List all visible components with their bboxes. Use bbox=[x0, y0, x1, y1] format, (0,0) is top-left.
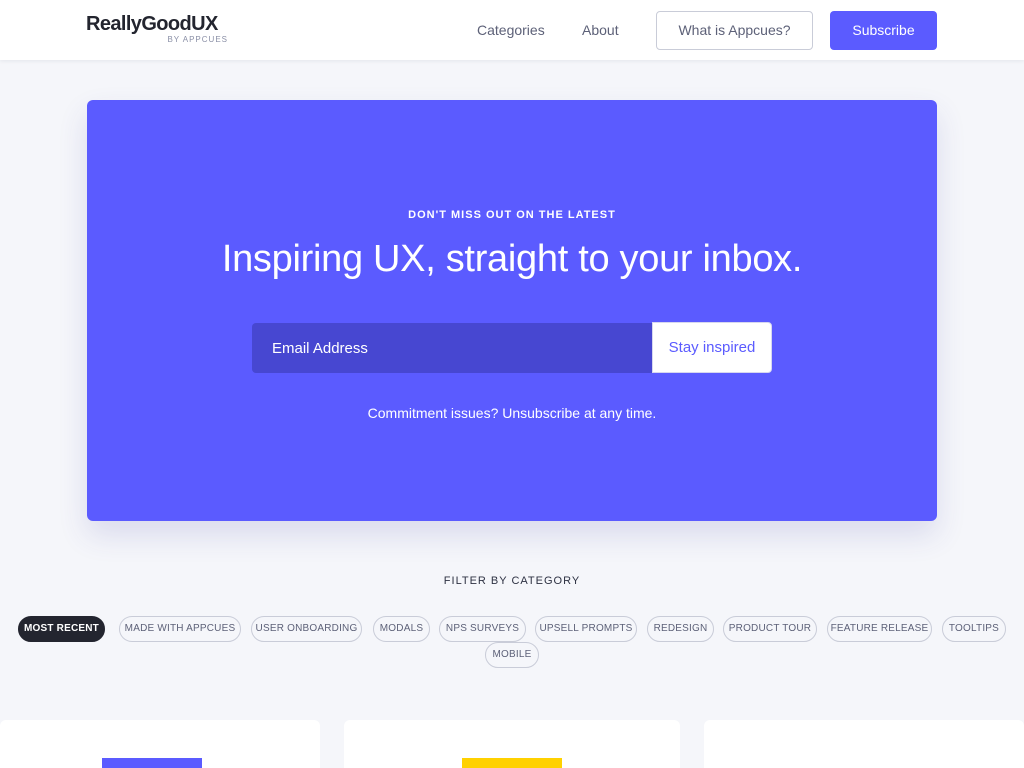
top-navigation-bar: ReallyGoodUX BY APPCUES Categories About… bbox=[0, 0, 1024, 60]
chip-modals[interactable]: MODALS bbox=[373, 616, 430, 642]
email-input[interactable] bbox=[252, 323, 652, 373]
chip-mobile[interactable]: MOBILE bbox=[485, 642, 539, 668]
card-thumbnail bbox=[102, 758, 202, 768]
article-card[interactable] bbox=[704, 720, 1024, 768]
logo-tagline: BY APPCUES bbox=[167, 35, 228, 44]
chip-feature-release[interactable]: FEATURE RELEASE bbox=[827, 616, 932, 642]
hero-title: Inspiring UX, straight to your inbox. bbox=[221, 238, 803, 280]
stay-inspired-button[interactable]: Stay inspired bbox=[652, 322, 772, 373]
chip-user-onboarding[interactable]: USER ONBOARDING bbox=[251, 616, 362, 642]
article-card[interactable] bbox=[0, 720, 320, 768]
chip-upsell-prompts[interactable]: UPSELL PROMPTS bbox=[535, 616, 637, 642]
chip-product-tour[interactable]: PRODUCT TOUR bbox=[723, 616, 817, 642]
filter-title: FILTER BY CATEGORY bbox=[443, 575, 581, 587]
article-card[interactable] bbox=[344, 720, 680, 768]
nav-categories-link[interactable]: Categories bbox=[477, 22, 545, 38]
hero-eyebrow: DON'T MISS OUT ON THE LATEST bbox=[408, 209, 616, 221]
what-is-appcues-button[interactable]: What is Appcues? bbox=[656, 11, 813, 50]
chip-redesign[interactable]: REDESIGN bbox=[647, 616, 714, 642]
chip-most-recent[interactable]: MOST RECENT bbox=[18, 616, 105, 642]
unsubscribe-note: Commitment issues? Unsubscribe at any ti… bbox=[367, 405, 657, 421]
site-logo[interactable]: ReallyGoodUX BY APPCUES bbox=[86, 13, 227, 44]
chip-made-with-appcues[interactable]: MADE WITH APPCUES bbox=[119, 616, 241, 642]
nav-about-link[interactable]: About bbox=[582, 22, 619, 38]
logo-wordmark: ReallyGoodUX bbox=[86, 13, 218, 35]
chip-tooltips[interactable]: TOOLTIPS bbox=[942, 616, 1006, 642]
card-thumbnail bbox=[462, 758, 562, 768]
chip-nps-surveys[interactable]: NPS SURVEYS bbox=[439, 616, 526, 642]
subscribe-button[interactable]: Subscribe bbox=[830, 11, 937, 50]
newsletter-hero: DON'T MISS OUT ON THE LATEST Inspiring U… bbox=[87, 100, 937, 521]
